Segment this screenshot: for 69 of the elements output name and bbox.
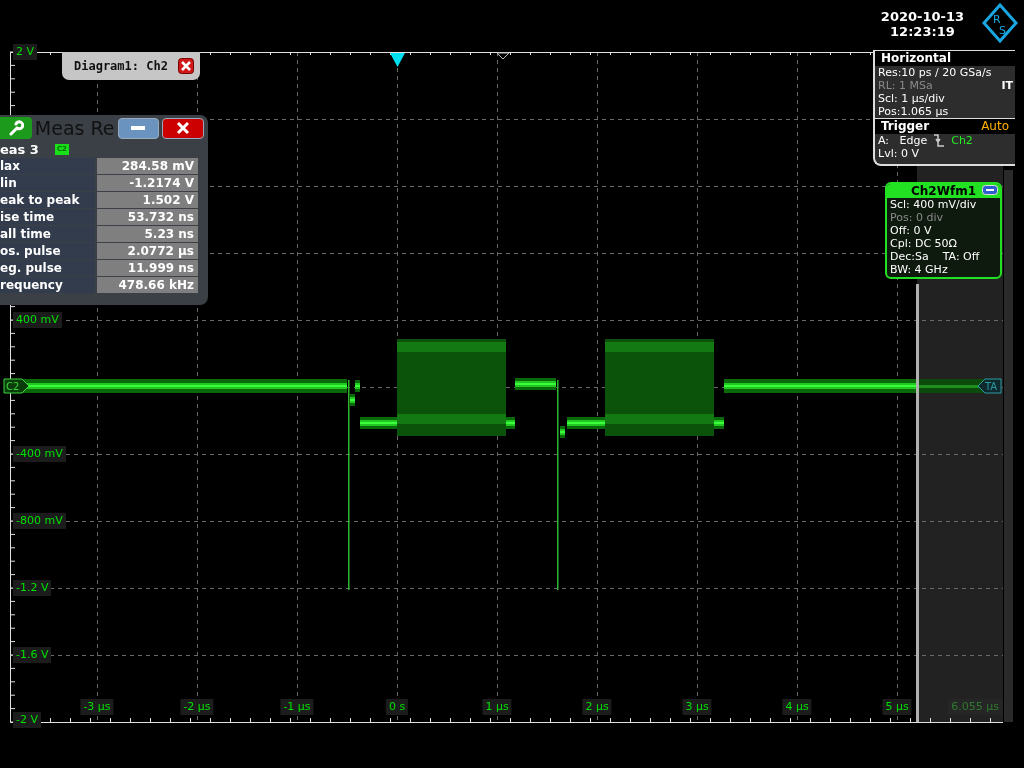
setting-line: Pos: 0 div	[889, 211, 944, 224]
setting-line: Pos:1.065 µs	[877, 105, 950, 118]
setting-line: Dec:Sa TA: Off	[889, 250, 981, 263]
y-axis-label: 400 mV	[13, 312, 62, 328]
panel-heading: Horizontal	[881, 52, 952, 65]
y-axis-label: -400 mV	[13, 446, 66, 462]
setting-line: Res:10 ps / 20 GSa/s	[877, 66, 993, 79]
measurement-value: 478.66 kHz	[97, 277, 198, 293]
x-axis-label: 4 µs	[782, 699, 812, 715]
y-axis-label: -1.2 V	[13, 580, 52, 596]
x-axis-label: 5 µs	[882, 699, 912, 715]
time-label: 12:23:19	[889, 24, 956, 39]
close-icon[interactable]	[178, 58, 194, 74]
brand-logo: R S	[982, 3, 1018, 43]
minimize-button[interactable]	[117, 117, 160, 139]
reference-point-icon[interactable]	[496, 52, 510, 60]
setting-line: BW: 4 GHz	[889, 263, 949, 276]
setting-line: Scl: 1 µs/div	[877, 92, 946, 105]
diagram-tab[interactable]: Diagram1: Ch2	[62, 52, 200, 80]
x-axis-label: 0 s	[385, 699, 409, 715]
x-axis-label: 6.055 µs	[948, 699, 1002, 715]
x-axis-label: -2 µs	[180, 699, 214, 715]
trigger-source: Ch2	[951, 134, 973, 147]
y-axis-label: -800 mV	[13, 513, 66, 529]
setting-line: Scl: 400 mV/div	[889, 198, 978, 211]
setting-line: Cpl: DC 50Ω	[889, 237, 958, 250]
setting-line: Lvl: 0 V	[877, 147, 920, 160]
measurement-group-label: eas 3	[0, 142, 39, 157]
x-axis-label: 3 µs	[682, 699, 712, 715]
measurement-value: -1.2174 V	[97, 175, 198, 191]
setting-line: Off: 0 V	[889, 224, 933, 237]
measurement-value: 1.502 V	[97, 192, 198, 208]
y-axis-label: -2 V	[13, 712, 41, 728]
measurement-name: os. pulse	[0, 243, 95, 259]
measurement-name: all time	[0, 226, 95, 242]
scrollbar[interactable]	[1004, 170, 1013, 722]
falling-edge-icon	[933, 134, 946, 147]
measurement-name: ise time	[0, 209, 95, 225]
date-label: 2020-10-13	[880, 9, 964, 24]
wrench-icon	[7, 120, 24, 136]
side-label: IT	[1001, 79, 1014, 92]
x-axis-label: -3 µs	[80, 699, 114, 715]
x-axis-label: 1 µs	[482, 699, 512, 715]
x-axis-label: 2 µs	[582, 699, 612, 715]
measurement-value: 5.23 ns	[97, 226, 198, 242]
measurement-name: eak to peak	[0, 192, 95, 208]
settings-button[interactable]	[0, 117, 32, 139]
measurement-value: 11.999 ns	[97, 260, 198, 276]
panel-heading: Trigger	[881, 120, 930, 133]
x-axis-label: -1 µs	[280, 699, 314, 715]
measurement-value: 53.732 ns	[97, 209, 198, 225]
diagram-title: Diagram1: Ch2	[74, 59, 169, 73]
close-button[interactable]	[162, 117, 204, 139]
y-axis-label: 2 V	[13, 44, 38, 60]
setting-line: A: Edge	[878, 134, 928, 147]
panel-heading: Ch2Wfm1	[911, 184, 976, 198]
measurement-name: lax	[0, 158, 95, 174]
setting-line: RL: 1 MSa	[877, 79, 934, 92]
trigger-mode: Auto	[981, 120, 1009, 133]
measurement-value: 284.58 mV	[97, 158, 198, 174]
measurement-value: 2.0772 µs	[97, 243, 198, 259]
measurement-name: eg. pulse	[0, 260, 95, 276]
measurement-name: lin	[0, 175, 95, 191]
minimize-icon	[131, 126, 146, 130]
minimize-icon[interactable]	[982, 185, 998, 195]
close-icon	[176, 121, 191, 135]
trigger-position-icon[interactable]	[390, 53, 405, 67]
measurement-name: requency	[0, 277, 95, 293]
y-axis-label: -1.6 V	[13, 647, 52, 663]
